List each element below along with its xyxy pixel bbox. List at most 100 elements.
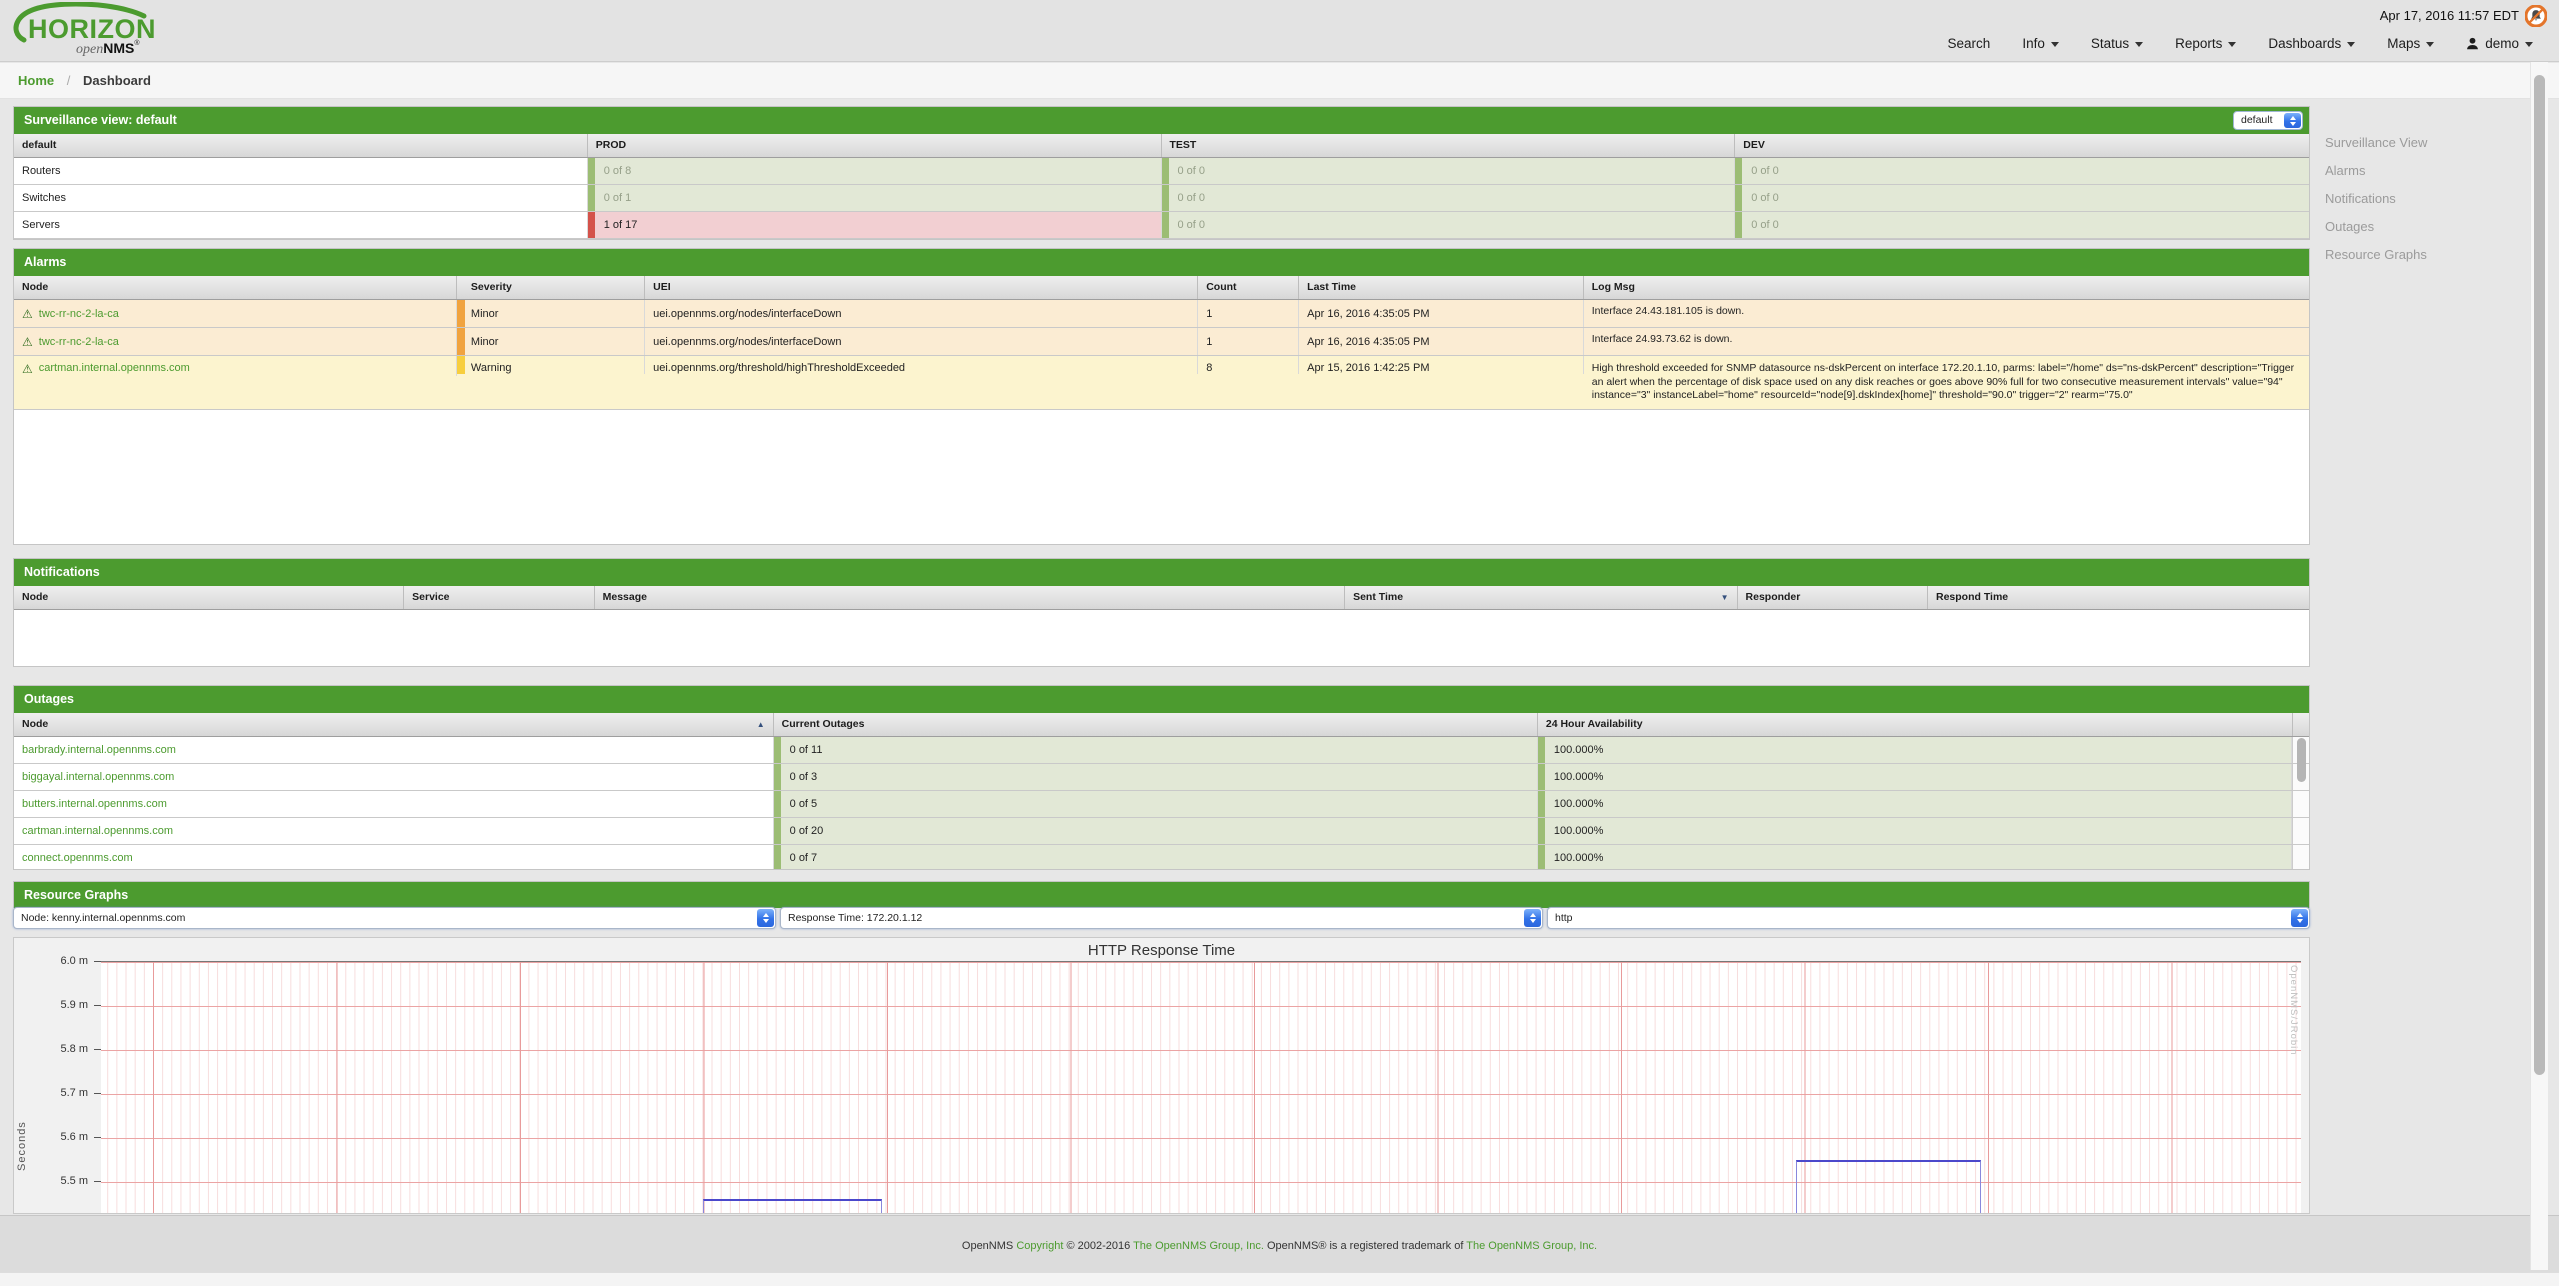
select-spinner-icon (1524, 909, 1541, 927)
nav-maps[interactable]: Maps (2387, 36, 2434, 51)
footer-copyright: OpenNMS Copyright © 2002-2016 The OpenNM… (0, 1216, 2559, 1276)
nav-reports[interactable]: Reports (2175, 36, 2236, 51)
nav-dashboards[interactable]: Dashboards (2268, 36, 2355, 51)
status-cell[interactable]: 0 of 0 (1162, 158, 1736, 184)
y-tick-mark (94, 1181, 101, 1182)
dashboard-content: Surveillance view: default default defau… (0, 99, 2559, 1286)
footer-group-link[interactable]: The OpenNMS Group, Inc. (1133, 1240, 1264, 1252)
outage-node-cell: cartman.internal.opennms.com (14, 818, 774, 844)
status-cell[interactable]: 0 of 0 (1162, 212, 1736, 238)
alarm-severity-cell: Minor (457, 328, 645, 355)
status-cell[interactable]: 0 of 0 (1735, 158, 2309, 184)
graph-type-select-value: http (1555, 912, 1573, 924)
status-cell[interactable]: 0 of 0 (1162, 185, 1736, 211)
y-tick-mark (94, 1093, 101, 1094)
status-cell[interactable]: 0 of 1 (588, 185, 1162, 211)
table-row: Servers 1 of 17 0 of 0 0 of 0 (14, 212, 2309, 239)
nav-user-menu[interactable]: demo (2466, 36, 2533, 51)
surveillance-view-select[interactable]: default (2233, 111, 2303, 130)
col-respond-time: Respond Time (1928, 586, 2309, 609)
chart-line-segment (1796, 1160, 1981, 1213)
outage-current-cell: 0 of 3 (774, 764, 1538, 790)
nav-info-label: Info (2022, 36, 2045, 51)
sidebar-item-notifications[interactable]: Notifications (2325, 185, 2427, 213)
caret-down-icon (2051, 42, 2059, 47)
logo-registered-mark: ® (134, 40, 139, 47)
sidebar-item-alarms[interactable]: Alarms (2325, 157, 2427, 185)
col-sent-time[interactable]: Sent Time▼ (1345, 586, 1737, 609)
graph-node-select[interactable]: Node: kenny.internal.opennms.com (13, 907, 776, 929)
user-icon (2466, 37, 2479, 50)
row-label: Routers (14, 158, 588, 184)
breadcrumb-home-link[interactable]: Home (18, 73, 54, 88)
footer-copyright-link[interactable]: Copyright (1016, 1240, 1063, 1252)
outages-table-header: Node▲ Current Outages 24 Hour Availabili… (14, 713, 2309, 737)
col-node: Node (14, 276, 457, 299)
breadcrumb: Home / Dashboard (0, 63, 2559, 99)
col-log-msg: Log Msg (1584, 276, 2309, 299)
node-link[interactable]: connect.opennms.com (22, 852, 133, 864)
opennms-horizon-logo[interactable]: HORIZON openNMS® (18, 4, 218, 60)
status-cell[interactable]: 0 of 0 (1735, 185, 2309, 211)
node-link[interactable]: cartman.internal.opennms.com (39, 362, 190, 374)
sidebar-item-surveillance-view[interactable]: Surveillance View (2325, 129, 2427, 157)
outage-row: barbrady.internal.opennms.com 0 of 11 10… (14, 737, 2309, 764)
col-default: default (14, 134, 588, 157)
current-datetime: Apr 17, 2016 11:57 EDT (2380, 8, 2519, 23)
notices-off-icon[interactable] (2525, 5, 2547, 27)
graph-type-select[interactable]: http (1547, 907, 2310, 929)
logo-nms: NMS (103, 40, 134, 56)
status-cell[interactable]: 0 of 0 (1735, 212, 2309, 238)
status-cell-critical[interactable]: 1 of 17 (588, 212, 1162, 238)
page-scrollbar-track[interactable] (2530, 62, 2548, 1270)
outage-row: connect.opennms.com 0 of 7 100.000% (14, 845, 2309, 870)
graph-resource-select-value: Response Time: 172.20.1.12 (788, 912, 922, 924)
y-axis-label: Seconds (16, 1121, 28, 1171)
caret-down-icon (2525, 42, 2533, 47)
sidebar-item-resource-graphs[interactable]: Resource Graphs (2325, 241, 2427, 269)
node-link[interactable]: cartman.internal.opennms.com (22, 825, 173, 837)
resource-graphs-panel-header: Resource Graphs (13, 881, 2310, 908)
footer-group-link[interactable]: The OpenNMS Group, Inc. (1466, 1240, 1597, 1252)
sort-desc-icon: ▼ (1721, 586, 1729, 609)
alarm-uei-cell: uei.opennms.org/nodes/interfaceDown (645, 300, 1198, 327)
outage-node-cell: connect.opennms.com (14, 845, 774, 870)
outage-row: cartman.internal.opennms.com 0 of 20 100… (14, 818, 2309, 845)
nav-search-label: Search (1948, 36, 1991, 51)
notifications-panel-header: Notifications (14, 559, 2309, 586)
http-response-time-chart: HTTP Response Time 6.0 m 5.9 m 5.8 m 5.7… (13, 937, 2310, 1214)
page-scrollbar-thumb[interactable] (2534, 75, 2545, 1075)
col-message: Message (595, 586, 1345, 609)
alarm-last-time-cell: Apr 16, 2016 4:35:05 PM (1299, 300, 1584, 327)
nav-user-label: demo (2485, 36, 2519, 51)
node-link[interactable]: twc-rr-nc-2-la-ca (39, 336, 119, 348)
outages-scrollbar-thumb[interactable] (2297, 738, 2306, 782)
top-header-bar: HORIZON openNMS® Apr 17, 2016 11:57 EDT … (0, 0, 2559, 62)
select-spinner-icon (2284, 113, 2301, 128)
node-link[interactable]: twc-rr-nc-2-la-ca (39, 308, 119, 320)
col-severity: Severity (457, 276, 645, 299)
alarm-count-cell: 8 (1198, 356, 1299, 374)
chart-watermark: OpenNMS/JRobin (2288, 965, 2299, 1056)
resource-graph-selectors: Node: kenny.internal.opennms.com Respons… (13, 907, 2310, 929)
outage-availability-cell: 100.000% (1538, 791, 2292, 817)
alarms-table-header: Node Severity UEI Count Last Time Log Ms… (14, 276, 2309, 300)
nav-info[interactable]: Info (2022, 36, 2059, 51)
node-link[interactable]: butters.internal.opennms.com (22, 798, 167, 810)
nav-search[interactable]: Search (1948, 36, 1991, 51)
window-bottom-strip (0, 1272, 2559, 1286)
node-link[interactable]: barbrady.internal.opennms.com (22, 744, 176, 756)
y-tick-mark (94, 1137, 101, 1138)
alarm-row: ⚠twc-rr-nc-2-la-ca Minor uei.opennms.org… (14, 300, 2309, 328)
breadcrumb-separator: / (67, 73, 71, 88)
col-node[interactable]: Node▲ (14, 713, 774, 736)
notifications-table-header: Node Service Message Sent Time▼ Responde… (14, 586, 2309, 610)
nav-status[interactable]: Status (2091, 36, 2143, 51)
sidebar-item-outages[interactable]: Outages (2325, 213, 2427, 241)
node-link[interactable]: biggayal.internal.opennms.com (22, 771, 174, 783)
outage-current-cell: 0 of 7 (774, 845, 1538, 870)
graph-resource-select[interactable]: Response Time: 172.20.1.12 (780, 907, 1543, 929)
notifications-panel: Notifications Node Service Message Sent … (13, 558, 2310, 667)
status-cell[interactable]: 0 of 8 (588, 158, 1162, 184)
footer-text: © 2002-2016 (1063, 1240, 1133, 1252)
